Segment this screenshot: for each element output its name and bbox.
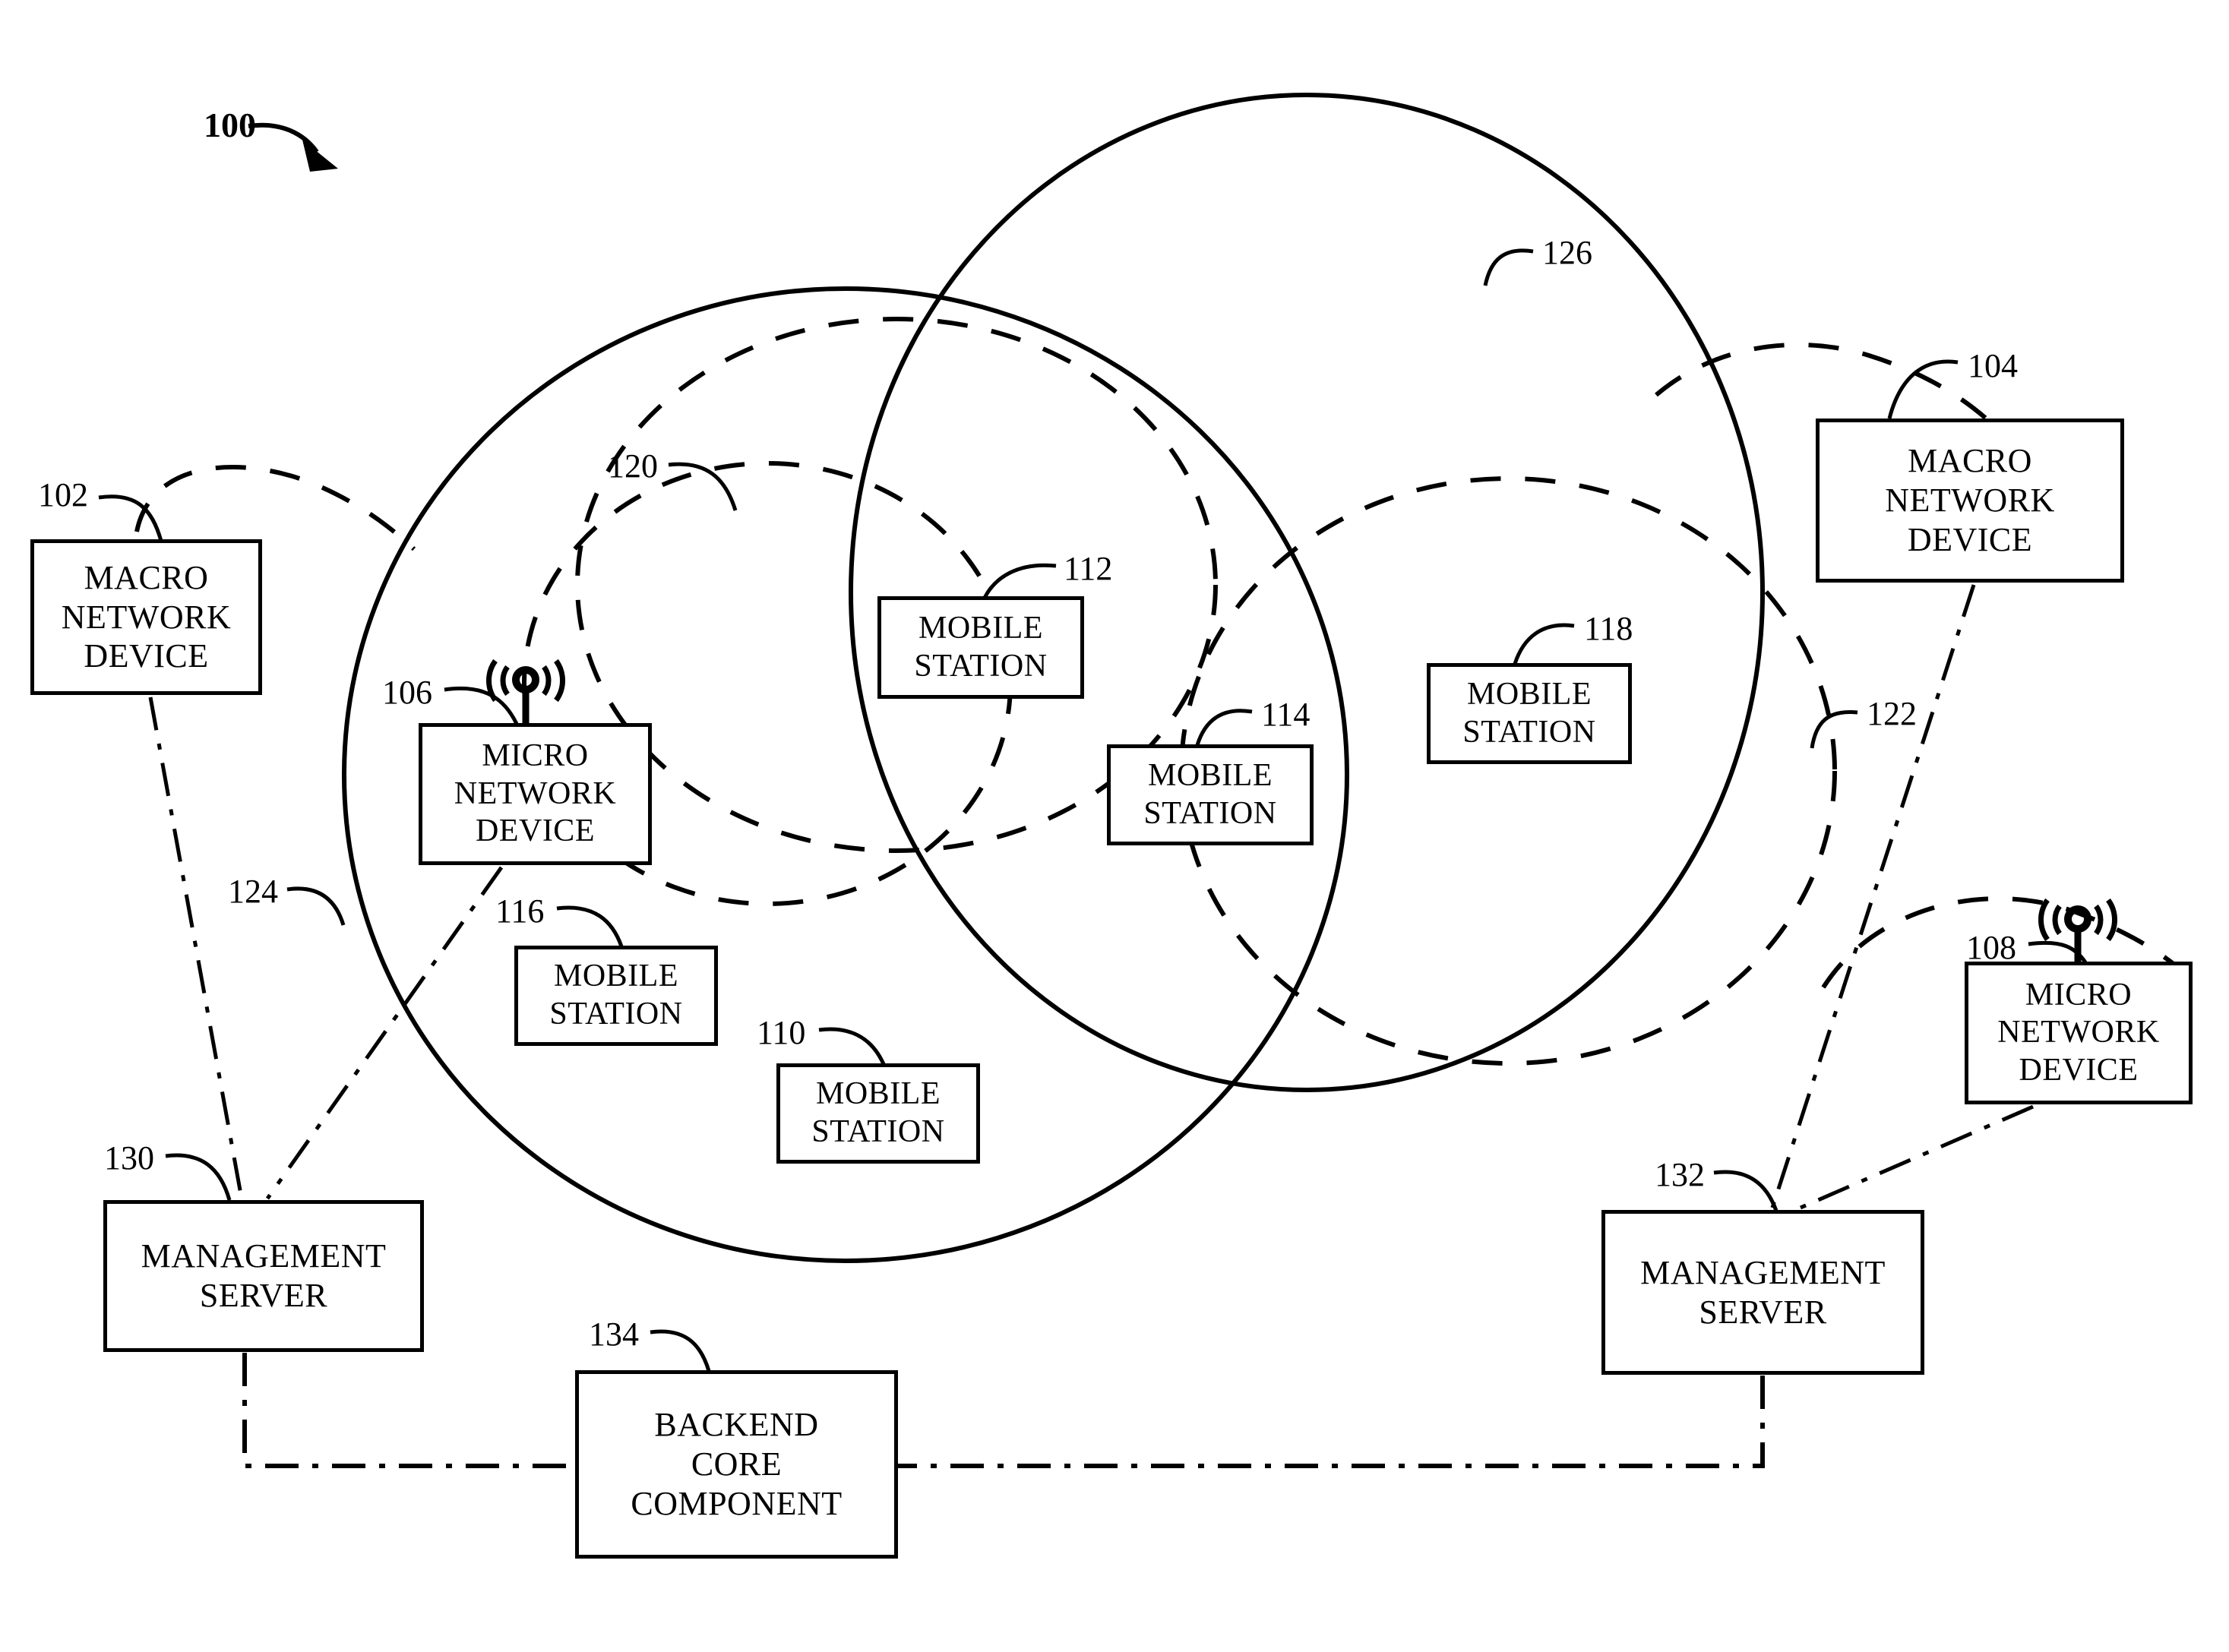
- node-label-line: MICRO: [482, 738, 589, 774]
- node-label-line: MANAGEMENT: [141, 1237, 387, 1275]
- node-label-line: STATION: [914, 648, 1048, 684]
- reference-label-108: 108: [1966, 929, 2016, 966]
- leader-line-132: [1713, 1170, 1778, 1211]
- leader-line-130: [165, 1153, 232, 1201]
- link-102-to-130: [148, 696, 244, 1199]
- reference-label-132: 132: [1655, 1156, 1705, 1193]
- mobile-station-110[interactable]: MOBILE STATION: [776, 1063, 980, 1164]
- node-label-line: MACRO: [84, 558, 209, 596]
- mobile-station-118[interactable]: MOBILE STATION: [1427, 663, 1632, 764]
- node-label-line: MOBILE: [1148, 757, 1273, 793]
- leader-line-124: [286, 886, 346, 926]
- node-label-line: SERVER: [1699, 1293, 1827, 1331]
- reference-label-112: 112: [1064, 550, 1113, 587]
- reference-label-120: 120: [608, 447, 658, 485]
- node-label-line: COMPONENT: [631, 1484, 843, 1522]
- node-label-line: MANAGEMENT: [1640, 1253, 1886, 1291]
- link-132-to-backend: [898, 1376, 1765, 1468]
- reference-label-126: 126: [1542, 234, 1592, 271]
- reference-label-104: 104: [1968, 347, 2018, 384]
- node-label-line: STATION: [1143, 795, 1277, 831]
- leader-line-116: [556, 905, 624, 947]
- reference-label-134: 134: [589, 1316, 639, 1353]
- node-label-line: BACKEND: [654, 1406, 819, 1444]
- leader-line-102: [98, 494, 163, 542]
- node-label-line: MICRO: [2025, 977, 2133, 1012]
- leader-line-118: [1513, 623, 1575, 665]
- management-server-130[interactable]: MANAGEMENT SERVER: [103, 1200, 424, 1352]
- node-label-line: NETWORK: [1997, 1015, 2160, 1050]
- leader-line-134: [650, 1329, 711, 1372]
- mobile-station-116[interactable]: MOBILE STATION: [514, 946, 718, 1046]
- reference-label-114: 114: [1261, 696, 1311, 733]
- figure-number-100: 100: [204, 106, 256, 144]
- figure-pointer-arrow-head: [302, 140, 338, 172]
- link-106-to-130: [265, 866, 504, 1200]
- management-server-132[interactable]: MANAGEMENT SERVER: [1601, 1210, 1924, 1375]
- backend-core-component-134[interactable]: BACKEND CORE COMPONENT: [575, 1370, 898, 1559]
- node-label-line: MOBILE: [1467, 676, 1592, 712]
- reference-label-106: 106: [382, 674, 432, 711]
- node-label-line: NETWORK: [1885, 482, 2055, 520]
- macro-network-device-104[interactable]: MACRO NETWORK DEVICE: [1816, 419, 2124, 583]
- node-label-line: STATION: [1462, 714, 1596, 750]
- reference-label-116: 116: [495, 892, 545, 930]
- reference-label-102: 102: [38, 476, 88, 513]
- node-label-line: MACRO: [1908, 442, 2032, 480]
- leader-line-126: [1483, 248, 1534, 286]
- node-label-line: DEVICE: [84, 637, 209, 675]
- mobile-station-114[interactable]: MOBILE STATION: [1107, 744, 1314, 845]
- micro-network-device-108[interactable]: MICRO NETWORK DEVICE: [1965, 962, 2193, 1104]
- mobile-station-112[interactable]: MOBILE STATION: [877, 596, 1084, 699]
- node-label-line: CORE: [691, 1445, 783, 1483]
- node-label-line: STATION: [549, 997, 683, 1031]
- reference-label-110: 110: [757, 1014, 806, 1051]
- leader-line-104: [1887, 359, 1959, 419]
- node-label-line: SERVER: [199, 1277, 328, 1314]
- leader-line-112: [982, 563, 1057, 599]
- leader-line-114: [1195, 709, 1253, 746]
- macro-network-device-102[interactable]: MACRO NETWORK DEVICE: [30, 539, 262, 695]
- patent-figure: 100 102 104 106 108 110 112 114 116 118 …: [0, 0, 2229, 1652]
- wireless-antenna-icon-108: [2038, 898, 2117, 962]
- node-label-line: MOBILE: [918, 610, 1043, 646]
- node-label-line: MOBILE: [816, 1076, 941, 1112]
- leader-line-110: [818, 1027, 886, 1066]
- wireless-antenna-icon-106: [486, 659, 565, 723]
- leader-line-120: [668, 462, 738, 511]
- link-130-to-backend: [242, 1353, 575, 1468]
- node-label-line: NETWORK: [61, 598, 232, 636]
- node-label-line: DEVICE: [1907, 520, 2033, 558]
- link-108-to-132: [1800, 1104, 2034, 1210]
- reference-label-122: 122: [1867, 695, 1917, 732]
- reference-label-130: 130: [104, 1139, 154, 1177]
- node-label-line: DEVICE: [476, 813, 595, 849]
- reference-label-118: 118: [1584, 610, 1633, 647]
- micro-network-device-106[interactable]: MICRO NETWORK DEVICE: [419, 723, 652, 865]
- node-label-line: DEVICE: [2019, 1052, 2139, 1088]
- macro-coverage-arc-102: [134, 465, 416, 551]
- node-label-line: MOBILE: [554, 959, 678, 994]
- reference-label-124: 124: [228, 873, 278, 910]
- node-label-line: NETWORK: [454, 775, 617, 811]
- node-label-line: STATION: [811, 1114, 945, 1149]
